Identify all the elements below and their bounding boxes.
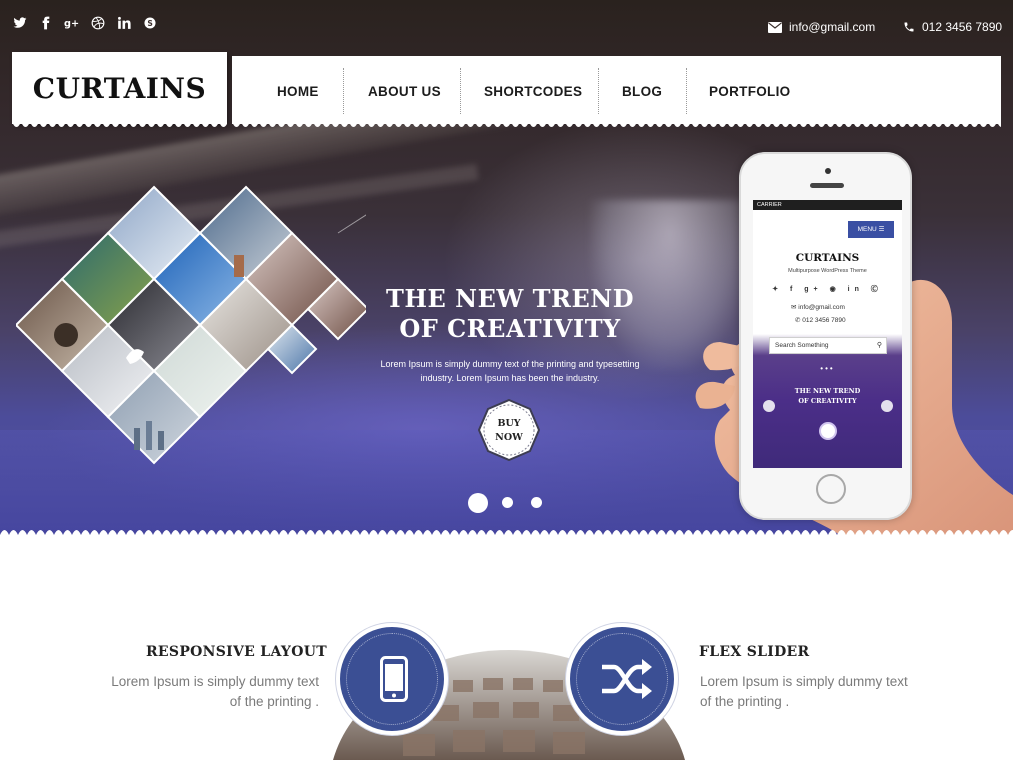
hamburger-icon: ☰	[878, 226, 885, 233]
phone-menu-button: MENU ☰	[848, 221, 894, 238]
dribbble-icon[interactable]	[90, 16, 106, 32]
social-links: g+ S	[12, 16, 158, 32]
phone-speaker	[810, 183, 844, 188]
hero-slider: g+ S info@gmail.com 012 3456 7890 CURTAI…	[0, 0, 1013, 535]
phone-menu-label: MENU	[857, 226, 877, 233]
main-navigation: HOME ABOUT US SHORTCODES BLOG PORTFOLIO	[232, 56, 1001, 127]
envelope-icon	[768, 21, 782, 33]
google-plus-icon[interactable]: g+	[64, 16, 80, 32]
feature-flex-slider-text-line2: of the printing .	[700, 694, 790, 709]
logo-box[interactable]: CURTAINS	[12, 52, 227, 127]
buy-label-line2: NOW	[495, 432, 523, 443]
phone-number-text: 012 3456 7890	[802, 317, 846, 324]
hero-scalloped-edge	[0, 530, 1013, 535]
phone-email: ✉ info@gmail.com	[791, 304, 845, 311]
facebook-icon[interactable]	[38, 16, 54, 32]
phone-home-button	[816, 474, 846, 504]
page: { "topbar": { "social_icons": ["twitter-…	[0, 0, 1013, 760]
phone-number: ✆ 012 3456 7890	[795, 317, 846, 324]
nav-divider	[460, 68, 461, 114]
site-logo[interactable]: CURTAINS	[12, 72, 227, 105]
nav-scalloped-edge	[232, 122, 1001, 127]
phone-buy-badge	[819, 422, 837, 440]
buy-now-label: BUY NOW	[478, 417, 540, 445]
phone-search-field: Search Something ⚲	[769, 337, 887, 354]
slider-dot-2[interactable]	[502, 497, 513, 508]
phone-logo: CURTAINS	[795, 252, 860, 264]
phone-status-bar: CARRIER	[753, 200, 902, 210]
buy-now-button[interactable]: BUY NOW	[477, 398, 541, 462]
svg-text:g+: g+	[64, 18, 79, 29]
phone-hero-title-line1: THE NEW TREND	[794, 387, 861, 395]
hero-title-line1: THE NEW TREND	[385, 284, 635, 313]
contact-phone-text: 012 3456 7890	[922, 20, 1003, 34]
buy-label-line1: BUY	[497, 418, 521, 429]
phone-screen: CARRIER MENU ☰ CURTAINS Multipurpose Wor…	[753, 200, 902, 468]
nav-divider	[343, 68, 344, 114]
twitter-icon[interactable]	[12, 16, 28, 32]
hero-description: Lorem Ipsum is simply dummy text of the …	[380, 359, 640, 383]
diamond-photo-collage	[14, 169, 437, 490]
phone-social-icons: ✦ f g+ ◉ in Ⓒ	[772, 286, 883, 293]
nav-home[interactable]: HOME	[277, 84, 319, 99]
nav-divider	[686, 68, 687, 114]
contact-email[interactable]: info@gmail.com	[768, 20, 875, 34]
nav-portfolio[interactable]: PORTFOLIO	[709, 84, 790, 99]
phone-search-placeholder: Search Something	[775, 342, 829, 349]
nav-blog[interactable]: BLOG	[622, 84, 662, 99]
skype-icon[interactable]: S	[142, 16, 158, 32]
logo-scalloped-edge	[12, 122, 227, 127]
slider-dot-1[interactable]	[470, 495, 486, 511]
phone-icon	[904, 22, 914, 32]
feature-flex-slider-title: FLEX SLIDER	[699, 644, 810, 660]
phone-email-text: info@gmail.com	[798, 304, 845, 311]
mobile-phone-icon	[380, 656, 408, 702]
phone-slider-dots: •••	[820, 364, 835, 373]
search-icon: ⚲	[876, 342, 882, 349]
feature-responsive-text-line1: Lorem Ipsum is simply dummy text	[111, 674, 319, 689]
phone-hero-title-line2: OF CREATIVITY	[798, 397, 857, 405]
hero-title-line2: OF CREATIVITY	[399, 314, 621, 343]
linkedin-icon[interactable]	[116, 16, 132, 32]
nav-shortcodes[interactable]: SHORTCODES	[484, 84, 582, 99]
top-bar: g+ S info@gmail.com 012 3456 7890	[0, 0, 1013, 52]
contact-email-text: info@gmail.com	[789, 20, 876, 34]
feature-responsive-title: RESPONSIVE LAYOUT	[146, 644, 327, 660]
responsive-feature-badge[interactable]	[336, 623, 448, 735]
contact-phone[interactable]: 012 3456 7890	[903, 20, 1002, 34]
phone-camera	[825, 168, 831, 174]
feature-flex-slider-text-line1: Lorem Ipsum is simply dummy text	[700, 674, 908, 689]
feature-flex-slider-text: Lorem Ipsum is simply dummy text of the …	[700, 672, 930, 712]
collage-graphic	[14, 169, 437, 465]
phone-mockup: CARRIER MENU ☰ CURTAINS Multipurpose Wor…	[739, 152, 912, 520]
shuffle-icon	[602, 659, 652, 699]
feature-responsive-text: Lorem Ipsum is simply dummy text of the …	[107, 672, 319, 712]
nav-about-us[interactable]: ABOUT US	[368, 84, 441, 99]
feature-responsive-text-line2: of the printing .	[229, 694, 319, 709]
nav-divider	[598, 68, 599, 114]
features-section: RESPONSIVE LAYOUT Lorem Ipsum is simply …	[0, 535, 1013, 760]
slider-dot-3[interactable]	[531, 497, 542, 508]
phone-hero-title: THE NEW TREND OF CREATIVITY	[753, 386, 902, 406]
flex-slider-feature-badge[interactable]	[566, 623, 678, 735]
svg-text:S: S	[147, 19, 152, 28]
phone-tagline: Multipurpose WordPress Theme	[788, 268, 867, 274]
